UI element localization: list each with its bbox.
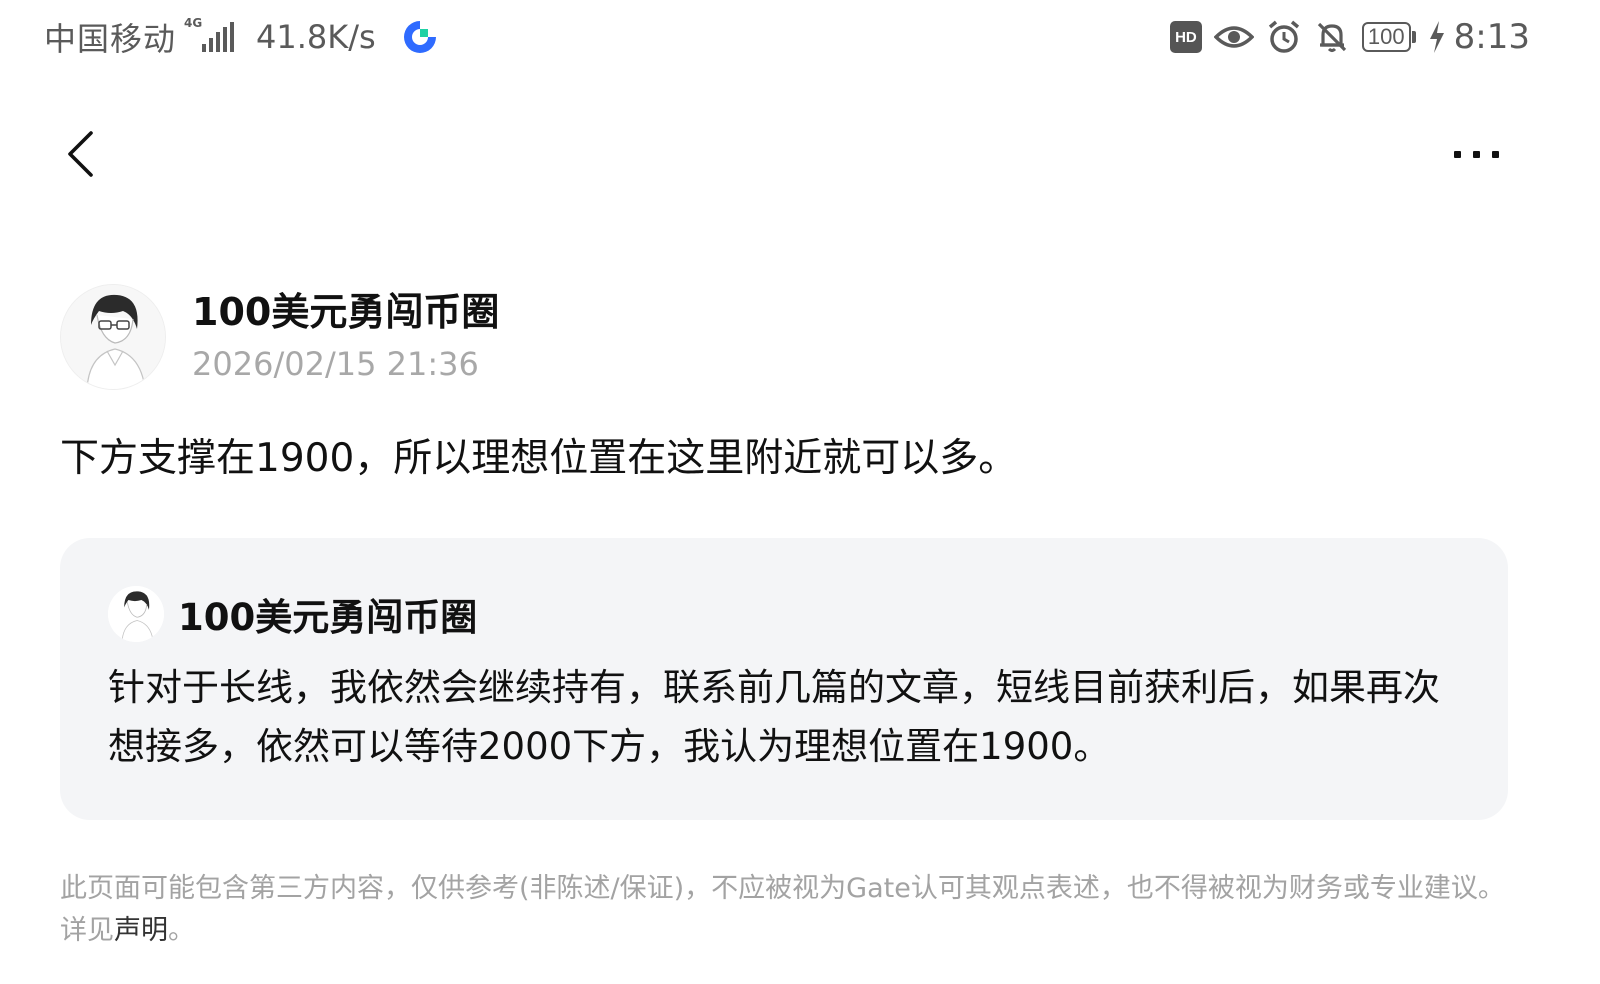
- network-tag: 4G: [184, 16, 203, 30]
- quoted-author-name: 100美元勇闯币圈: [178, 596, 478, 639]
- disclaimer: 此页面可能包含第三方内容，仅供参考(非陈述/保证)，不应被视为Gate认可其观点…: [60, 868, 1520, 952]
- battery-level: 100: [1361, 22, 1411, 52]
- avatar-illustration: [108, 586, 164, 642]
- charging-icon: [1429, 21, 1444, 53]
- signal-icon: 4G: [184, 16, 235, 52]
- status-bar-left: 中国移动 4G 41.8K/s: [44, 14, 440, 60]
- alarm-icon: [1268, 20, 1300, 53]
- chevron-left-icon: [68, 131, 93, 177]
- disclaimer-suffix: 。: [168, 915, 195, 946]
- post-content: 下方支撑在1900，所以理想位置在这里附近就可以多。: [60, 436, 1018, 481]
- app-notification-icon: [403, 21, 436, 53]
- carrier-name: 中国移动: [44, 20, 177, 58]
- quoted-post-card[interactable]: 100美元勇闯币圈 针对于长线，我依然会继续持有，联系前几篇的文章，短线目前获利…: [60, 538, 1508, 820]
- net-speed: 41.8K/s: [256, 18, 376, 56]
- hd-icon: HD: [1169, 21, 1202, 53]
- status-time: 8:13: [1453, 17, 1530, 57]
- disclaimer-text: 此页面可能包含第三方内容，仅供参考(非陈述/保证)，不应被视为Gate认可其观点…: [60, 873, 1505, 946]
- back-button[interactable]: [52, 124, 108, 184]
- more-options-button[interactable]: [1436, 126, 1516, 182]
- post-detail-screen: 中国移动 4G 41.8K/s HD 100 8:13 100美元勇闯币圈 20…: [0, 0, 1600, 984]
- author-avatar[interactable]: [60, 284, 166, 390]
- bell-off-icon: [1317, 22, 1347, 52]
- battery-icon: 100: [1361, 22, 1416, 52]
- disclaimer-link[interactable]: 声明: [114, 915, 168, 946]
- author-block: 100美元勇闯币圈 2026/02/15 21:36: [192, 286, 499, 388]
- post-timestamp: 2026/02/15 21:36: [192, 345, 479, 383]
- status-bar-right: HD 100 8:13: [1169, 14, 1530, 60]
- eye-icon: [1213, 26, 1254, 48]
- quoted-post-header: 100美元勇闯币圈: [108, 586, 477, 642]
- more-dots-icon: [1453, 150, 1461, 158]
- author-name[interactable]: 100美元勇闯币圈: [192, 286, 499, 338]
- post-header: 100美元勇闯币圈 2026/02/15 21:36: [60, 284, 499, 390]
- status-bar: 中国移动 4G 41.8K/s HD 100 8:13: [0, 0, 1600, 76]
- quoted-post-content: 针对于长线，我依然会继续持有，联系前几篇的文章，短线目前获利后，如果再次想接多，…: [108, 666, 1440, 768]
- quoted-author-avatar: [108, 586, 164, 642]
- avatar-illustration: [61, 285, 165, 389]
